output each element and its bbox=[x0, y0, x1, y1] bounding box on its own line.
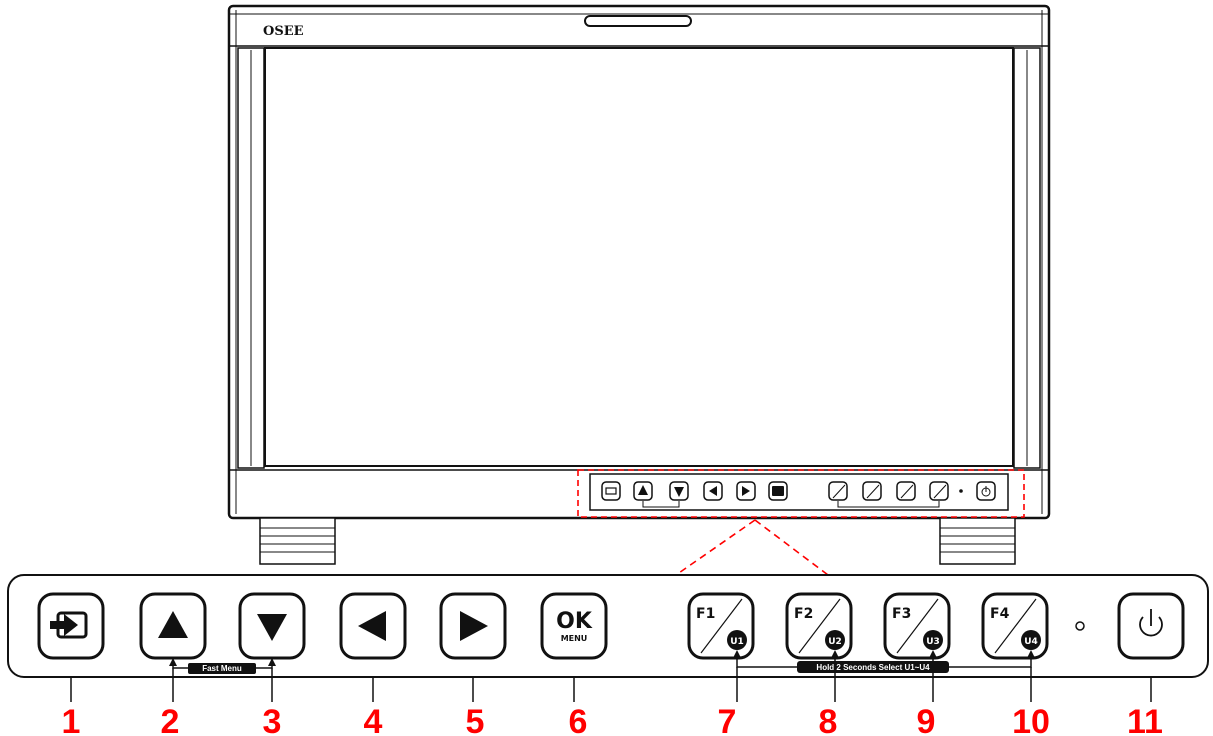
u4-label: U4 bbox=[1024, 637, 1038, 647]
left-button[interactable] bbox=[339, 592, 407, 660]
power-button[interactable] bbox=[1117, 592, 1185, 660]
right-button[interactable] bbox=[439, 592, 507, 660]
callout-1: 1 bbox=[62, 703, 81, 736]
callout-numbers: 1 2 3 4 5 6 7 8 9 10 11 bbox=[62, 703, 1163, 736]
f2-button[interactable]: F2 U2 bbox=[785, 592, 853, 660]
u3-label: U3 bbox=[926, 637, 940, 647]
callout-8: 8 bbox=[819, 703, 838, 736]
left-foot bbox=[259, 517, 336, 565]
f1-button[interactable]: F1 U1 bbox=[687, 592, 755, 660]
callout-9: 9 bbox=[917, 703, 936, 736]
f3-button[interactable]: F3 U3 bbox=[883, 592, 951, 660]
callout-5: 5 bbox=[466, 703, 485, 736]
right-foot bbox=[939, 517, 1016, 565]
callout-4: 4 bbox=[364, 703, 383, 736]
ok-label: OK bbox=[556, 609, 593, 634]
control-panel: OK MENU F1 U1 F2 U2 F3 U3 F4 U4 Fast Men… bbox=[7, 574, 1209, 702]
mini-key-f3 bbox=[896, 481, 916, 501]
down-button[interactable] bbox=[238, 592, 306, 660]
u1-label: U1 bbox=[730, 637, 744, 647]
u2-label: U2 bbox=[828, 637, 842, 647]
callout-6: 6 bbox=[569, 703, 588, 736]
callout-7: 7 bbox=[718, 703, 737, 736]
indicator-led bbox=[1075, 621, 1085, 631]
brand-logo: OSEE bbox=[263, 24, 304, 39]
f2-label: F2 bbox=[794, 606, 813, 622]
hold-label: Hold 2 Seconds Select U1~U4 bbox=[816, 663, 930, 672]
f4-label: F4 bbox=[990, 606, 1010, 622]
mini-key-f1 bbox=[828, 481, 848, 501]
zoom-line-right bbox=[754, 519, 829, 576]
callout-11: 11 bbox=[1127, 703, 1163, 736]
f4-button[interactable]: F4 U4 bbox=[981, 592, 1049, 660]
top-handle bbox=[584, 15, 692, 27]
ok-menu-button[interactable]: OK MENU bbox=[540, 592, 608, 660]
callout-2: 2 bbox=[161, 703, 180, 736]
f3-label: F3 bbox=[892, 606, 911, 622]
menu-label: MENU bbox=[561, 634, 588, 643]
mini-key-input bbox=[601, 481, 621, 501]
monitor-diagram: OSEE OK MENU F1 U1 F2 U2 F3 U3 F4 U4 Fas… bbox=[7, 4, 1209, 736]
mini-key-f4 bbox=[929, 481, 949, 501]
callout-10: 10 bbox=[1012, 703, 1050, 736]
zoom-line-left bbox=[675, 519, 756, 576]
up-button[interactable] bbox=[139, 592, 207, 660]
input-button[interactable] bbox=[37, 592, 105, 660]
mini-key-f2 bbox=[862, 481, 882, 501]
monitor: OSEE bbox=[227, 4, 1051, 565]
fast-menu-label: Fast Menu bbox=[202, 664, 242, 673]
monitor-screen bbox=[264, 47, 1014, 467]
callout-3: 3 bbox=[263, 703, 282, 736]
f1-label: F1 bbox=[696, 606, 715, 622]
